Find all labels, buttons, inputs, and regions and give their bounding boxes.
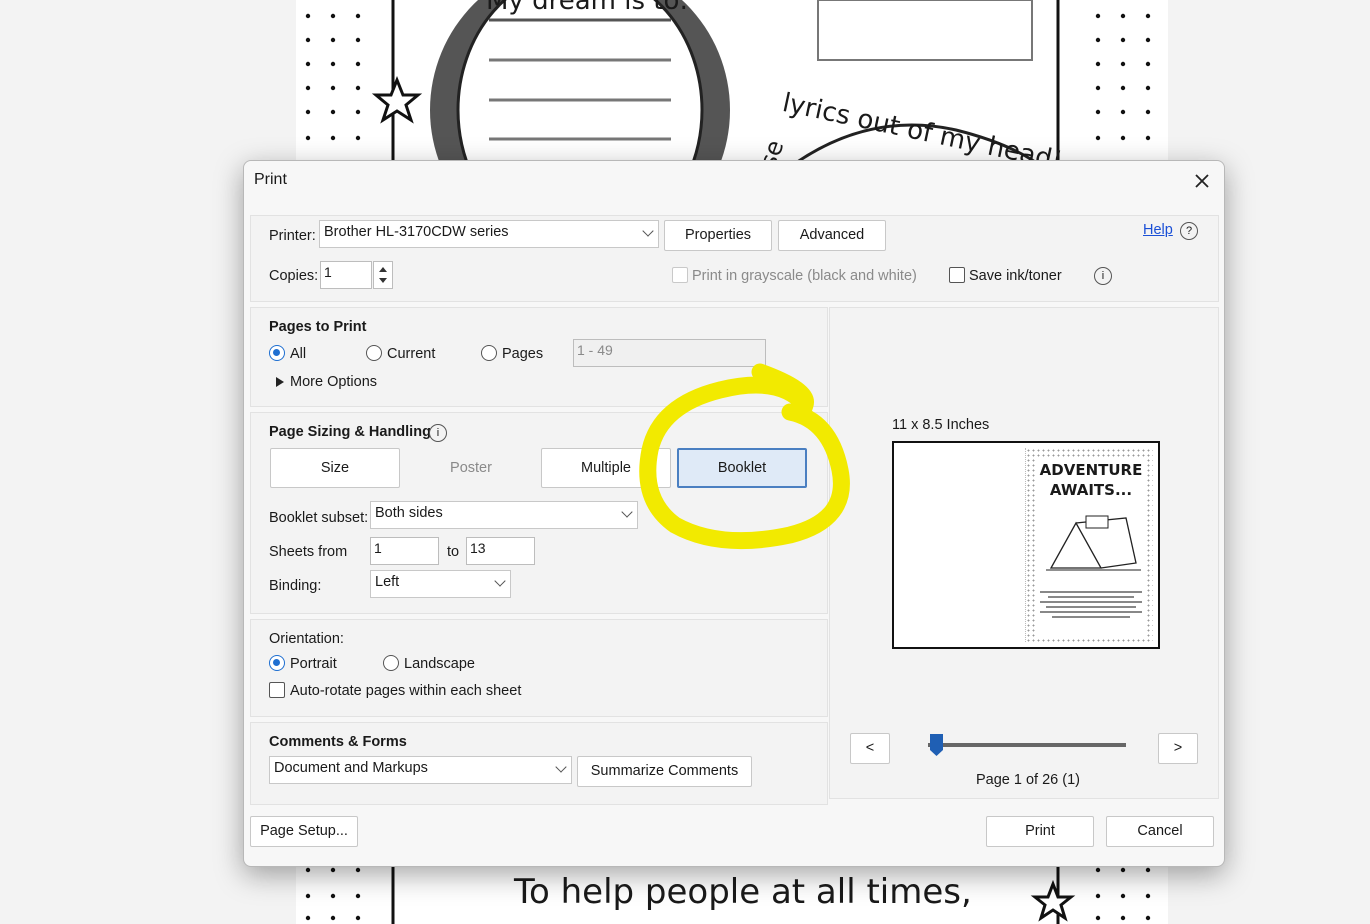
orientation-panel: Orientation: Portrait Landscape Auto-rot… <box>250 619 828 717</box>
page-sizing-heading: Page Sizing & Handling <box>269 424 431 440</box>
preview-title-line-2: AWAITS... <box>1049 481 1133 499</box>
close-button[interactable] <box>1188 167 1216 195</box>
comments-forms-panel: Comments & Forms Document and Markups Su… <box>250 722 828 805</box>
stepper-arrows-icon <box>379 267 387 283</box>
radio-pages-label: Pages <box>502 346 544 362</box>
comments-forms-select[interactable]: Document and Markups <box>269 756 572 784</box>
dialog-title: Print <box>254 171 287 188</box>
help-icon[interactable]: ? <box>1180 222 1198 240</box>
printer-panel: Printer: Brother HL-3170CDW series Prope… <box>250 215 1219 302</box>
preview-booklet-page: ADVENTURE AWAITS... <box>1025 448 1153 642</box>
help-link[interactable]: Help <box>1143 222 1173 238</box>
advanced-button[interactable]: Advanced <box>778 220 886 251</box>
to-label: to <box>447 544 460 560</box>
bg-bottom-text: To help people at all times, <box>514 872 972 912</box>
page-slider-track[interactable] <box>928 743 1126 747</box>
chevron-down-icon <box>494 575 506 587</box>
info-icon[interactable]: i <box>1094 267 1112 285</box>
preview-size-label: 11 x 8.5 Inches <box>892 417 990 433</box>
grayscale-checkbox[interactable] <box>672 267 688 283</box>
printer-label: Printer: <box>269 228 316 244</box>
chevron-down-icon <box>642 225 654 237</box>
sheets-from-label: Sheets from <box>269 544 348 560</box>
save-ink-checkbox[interactable] <box>949 267 965 283</box>
radio-current[interactable] <box>366 345 382 361</box>
next-page-button[interactable]: > <box>1158 733 1198 764</box>
page-slider-thumb[interactable] <box>929 734 943 756</box>
booklet-subset-value: Both sides <box>375 505 443 521</box>
radio-landscape[interactable] <box>383 655 399 671</box>
more-options-toggle[interactable]: More Options <box>290 374 377 390</box>
booklet-subset-label: Booklet subset: <box>269 510 369 526</box>
comments-forms-value: Document and Markups <box>274 760 428 776</box>
close-icon <box>1195 174 1209 188</box>
prev-page-button[interactable]: < <box>850 733 890 764</box>
bg-top-text: My dream is to: <box>486 0 689 16</box>
orientation-heading: Orientation: <box>269 631 344 647</box>
tab-size[interactable]: Size <box>270 448 400 488</box>
sheets-to-input[interactable]: 13 <box>466 537 535 565</box>
radio-portrait-label: Portrait <box>290 656 337 672</box>
preview-panel: 11 x 8.5 Inches ADVENTURE AWAITS... < > … <box>829 307 1219 799</box>
triangle-right-icon[interactable] <box>275 377 285 387</box>
preview-page: ADVENTURE AWAITS... <box>892 441 1160 649</box>
print-button[interactable]: Print <box>986 816 1094 847</box>
save-ink-label: Save ink/toner <box>969 268 1062 284</box>
properties-button[interactable]: Properties <box>664 220 772 251</box>
page-status: Page 1 of 26 (1) <box>976 772 1080 788</box>
cancel-button[interactable]: Cancel <box>1106 816 1214 847</box>
copies-label: Copies: <box>269 268 319 284</box>
auto-rotate-label: Auto-rotate pages within each sheet <box>290 683 522 699</box>
radio-pages[interactable] <box>481 345 497 361</box>
info-icon[interactable]: i <box>429 424 447 442</box>
binding-label: Binding: <box>269 578 322 594</box>
slider-thumb-icon <box>929 734 943 756</box>
radio-portrait[interactable] <box>269 655 285 671</box>
preview-title-line-1: ADVENTURE <box>1039 461 1143 479</box>
binding-select[interactable]: Left <box>370 570 511 598</box>
printer-select[interactable]: Brother HL-3170CDW series <box>319 220 659 248</box>
radio-all-label: All <box>290 346 307 362</box>
summarize-comments-button[interactable]: Summarize Comments <box>577 756 752 787</box>
radio-landscape-label: Landscape <box>404 656 475 672</box>
copies-stepper[interactable] <box>373 261 393 289</box>
comments-forms-heading: Comments & Forms <box>269 734 407 750</box>
copies-input[interactable]: 1 <box>320 261 372 289</box>
page-setup-button[interactable]: Page Setup... <box>250 816 358 847</box>
pages-to-print-heading: Pages to Print <box>269 319 367 335</box>
sheets-from-input[interactable]: 1 <box>370 537 439 565</box>
printer-value: Brother HL-3170CDW series <box>324 224 509 240</box>
auto-rotate-checkbox[interactable] <box>269 682 285 698</box>
preview-fine-print <box>1040 588 1142 621</box>
preview-cover-title: ADVENTURE AWAITS... <box>1036 460 1146 500</box>
tab-poster[interactable]: Poster <box>406 448 536 488</box>
chevron-down-icon <box>555 761 567 773</box>
grayscale-label: Print in grayscale (black and white) <box>692 268 917 284</box>
tent-illustration <box>1046 515 1141 571</box>
radio-all[interactable] <box>269 345 285 361</box>
binding-value: Left <box>375 574 400 590</box>
booklet-subset-select[interactable]: Both sides <box>370 501 638 529</box>
dialog-titlebar: Print <box>244 161 1224 201</box>
radio-current-label: Current <box>387 346 436 362</box>
yellow-highlight-circle <box>639 363 850 550</box>
